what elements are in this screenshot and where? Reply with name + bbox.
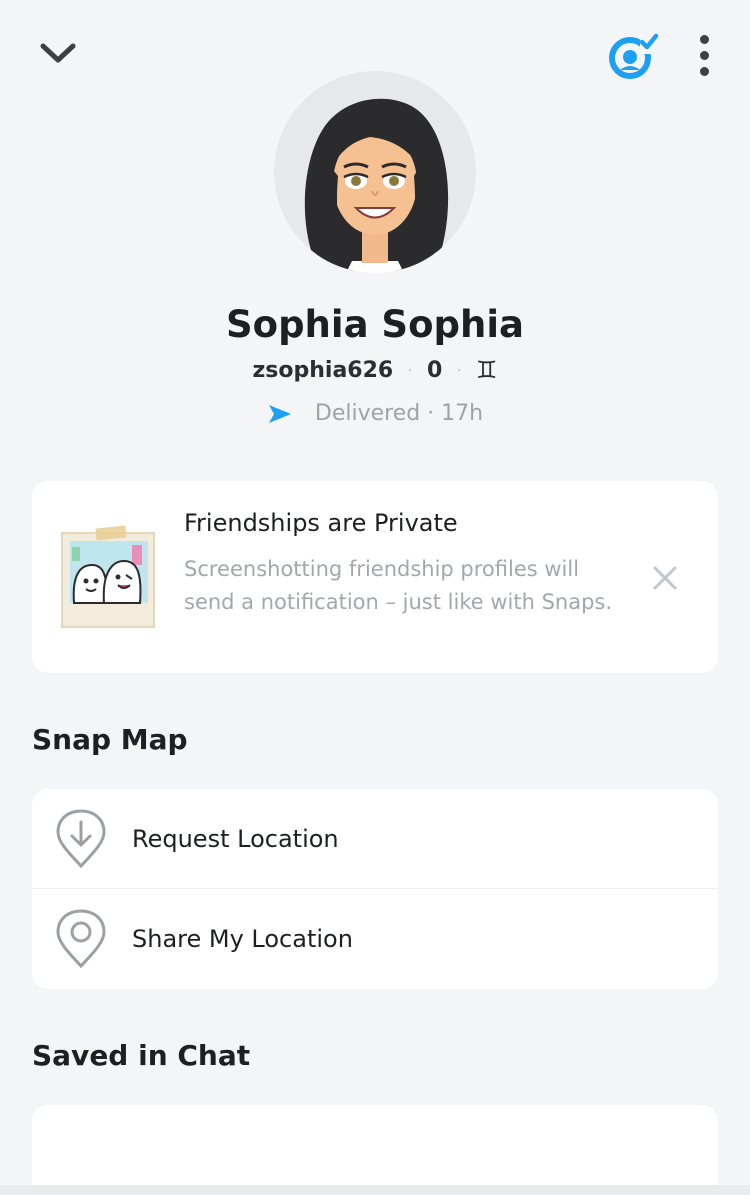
request-location-button[interactable]: Request Location bbox=[32, 789, 718, 889]
saved-in-chat-title: Saved in Chat bbox=[32, 1039, 251, 1072]
display-name: Sophia Sophia bbox=[226, 303, 524, 346]
snap-map-title: Snap Map bbox=[32, 723, 188, 756]
snap-score[interactable]: 0 bbox=[427, 358, 442, 383]
share-location-label: Share My Location bbox=[132, 925, 353, 953]
share-location-button[interactable]: Share My Location bbox=[32, 889, 718, 989]
avatar[interactable] bbox=[274, 71, 476, 273]
separator-dot: · bbox=[407, 359, 413, 381]
separator-dot: · bbox=[456, 359, 462, 381]
bottom-edge bbox=[0, 1185, 750, 1195]
privacy-body: Screenshotting friendship profiles will … bbox=[184, 557, 613, 614]
delivered-arrow-icon bbox=[268, 404, 291, 423]
username[interactable]: zsophia626 bbox=[252, 358, 393, 383]
privacy-title: Friendships are Private bbox=[184, 509, 458, 537]
profile-meta: zsophia626 · 0 · ♊ bbox=[0, 356, 750, 384]
zodiac-icon[interactable]: ♊ bbox=[476, 356, 498, 384]
privacy-notice-card: Friendships are Private Screenshotting f… bbox=[32, 481, 718, 673]
close-icon[interactable] bbox=[650, 563, 680, 593]
more-vertical-icon[interactable] bbox=[684, 30, 724, 80]
location-request-icon bbox=[54, 808, 108, 870]
location-pin-icon bbox=[54, 908, 108, 970]
chevron-down-icon[interactable] bbox=[36, 36, 80, 72]
polaroid-illustration-icon bbox=[60, 525, 156, 629]
request-location-label: Request Location bbox=[132, 825, 339, 853]
friend-check-icon[interactable] bbox=[606, 30, 660, 80]
status-text: Delivered · 17h bbox=[314, 401, 484, 426]
saved-in-chat-card[interactable] bbox=[32, 1105, 718, 1195]
snap-map-card: Request Location Share My Location bbox=[32, 789, 718, 989]
chat-status: Delivered · 17h bbox=[0, 401, 750, 426]
